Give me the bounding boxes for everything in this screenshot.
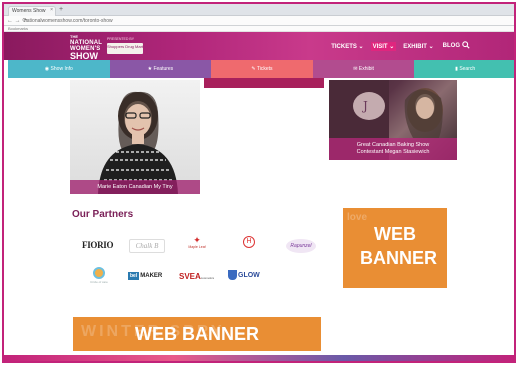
portrait-image: [98, 91, 178, 194]
partner-logo-chalk[interactable]: Chalk B: [129, 239, 165, 253]
close-icon[interactable]: ×: [50, 7, 53, 13]
partner-logo-svea[interactable]: SVEAcosmetics: [179, 272, 223, 281]
partner-label: H: [243, 236, 255, 248]
menu-bar: ◉ Show Info ★ Features ✎ Tickets ✉ Exhib…: [8, 60, 514, 78]
search-icon[interactable]: [462, 41, 470, 51]
site-logo[interactable]: THE NATIONAL WOMEN'S SHOW: [70, 34, 106, 61]
nav-exhibit[interactable]: EXHIBIT ⌄: [401, 42, 435, 51]
nav-blog[interactable]: BLOG: [441, 42, 462, 51]
browser-address-bar: ← → ⟳ nationalwomensshow.com/toronto-sho…: [4, 16, 514, 26]
sponsor-logo[interactable]: Shoppers Drug Mart: [107, 43, 143, 54]
banner-label: WEB BANNER: [360, 224, 438, 268]
menu-label: Exhibit: [358, 66, 374, 72]
partner-label: MAKER: [140, 273, 163, 279]
portrait-caption: Marie Eaton Canadian My Tiny: [70, 180, 200, 194]
cake-caption: Great Canadian Baking Show Contestant Me…: [329, 138, 457, 160]
menu-label: Search: [459, 66, 476, 72]
circle-logo-icon: [93, 267, 105, 279]
partner-logo-fiorio[interactable]: FIORIO: [82, 240, 114, 250]
partner-logo-maker[interactable]: bel MAKER: [128, 272, 168, 284]
nav-tickets[interactable]: TICKETS ⌄: [329, 42, 365, 51]
banner-label: WEB BANNER: [135, 324, 259, 344]
menu-exhibit[interactable]: ✉ Exhibit: [312, 60, 415, 78]
sponsor-label: PRESENTED BY: [107, 37, 135, 41]
featured-speaker-card[interactable]: Marie Eaton Canadian My Tiny: [70, 80, 200, 194]
browser-tab-title: Womens Show: [12, 8, 46, 14]
browser-tabbar: Womens Show × +: [4, 4, 514, 16]
menu-search[interactable]: ▮ Search: [414, 60, 514, 78]
partner-logo-circle[interactable]: Circle of care: [82, 267, 116, 291]
browser-tab[interactable]: Womens Show ×: [8, 6, 56, 16]
shield-icon: [228, 270, 237, 280]
partner-label: Circle of care: [90, 280, 108, 284]
menu-features[interactable]: ★ Features: [109, 60, 212, 78]
menu-label: Show Info: [50, 66, 73, 72]
decorative-strip: [204, 78, 324, 88]
featured-baker-card[interactable]: J Great Canadian Baking Show Contestant …: [329, 80, 457, 160]
partner-logo-rapunzel[interactable]: Rapunzel: [286, 239, 316, 253]
menu-label: Features: [153, 66, 174, 72]
nav-visit[interactable]: VISIT ⌄: [370, 42, 397, 51]
menu-tickets[interactable]: ✎ Tickets: [211, 60, 313, 78]
partner-label: bel: [128, 272, 140, 280]
svg-text:J: J: [361, 99, 368, 113]
partner-label: SVEA: [179, 272, 201, 281]
screenshot-frame: Womens Show × + ← → ⟳ nationalwomensshow…: [2, 2, 516, 363]
web-banner-bottom[interactable]: WINTER SPRY WEB BANNER: [73, 317, 321, 351]
web-banner-side[interactable]: love WEB BANNER: [343, 208, 447, 288]
new-tab-button[interactable]: +: [59, 6, 63, 14]
footer-strip: [4, 355, 514, 361]
partner-logo-hotel[interactable]: H: [233, 236, 265, 258]
menu-show-info[interactable]: ◉ Show Info: [8, 60, 110, 78]
partner-logo-maple[interactable]: ✦ Maple Leaf: [180, 236, 214, 256]
menu-label: Tickets: [256, 66, 273, 72]
partner-logo-glow[interactable]: GLOW: [228, 270, 268, 284]
maple-leaf-icon: ✦: [193, 235, 201, 245]
partner-label: GLOW: [238, 271, 260, 279]
partner-label: Maple Leaf: [188, 245, 206, 249]
site-header: THE NATIONAL WOMEN'S SHOW PRESENTED BY S…: [4, 32, 514, 61]
url-field[interactable]: nationalwomensshow.com/toronto-show: [24, 17, 204, 25]
partner-sublabel: cosmetics: [200, 276, 215, 280]
partners-heading: Our Partners: [72, 209, 134, 220]
top-nav: TICKETS ⌄ VISIT ⌄ EXHIBIT ⌄ BLOG: [329, 42, 462, 51]
